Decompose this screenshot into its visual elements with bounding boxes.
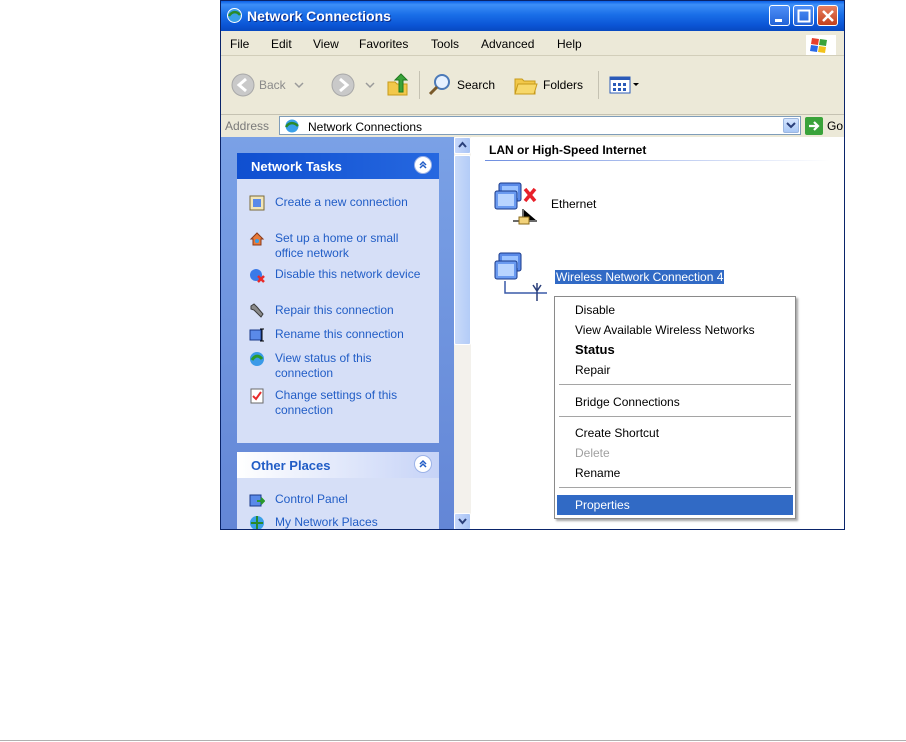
address-bar: Address Network Connections Go [221, 115, 844, 137]
menu-separator [559, 416, 791, 417]
home-network-icon [249, 232, 265, 246]
collapse-button[interactable] [414, 455, 432, 473]
address-dropdown-button[interactable] [783, 118, 799, 133]
connection-ethernet[interactable]: Ethernet [493, 179, 596, 229]
context-menu-rename[interactable]: Rename [557, 463, 793, 483]
views-button[interactable] [609, 71, 641, 99]
folders-icon [514, 78, 538, 95]
menu-help[interactable]: Help [557, 37, 582, 51]
maximize-button[interactable] [793, 5, 814, 26]
search-button[interactable]: Search [427, 71, 495, 99]
task-create-connection[interactable]: Create a new connection [249, 195, 421, 211]
toolbar-separator [419, 71, 420, 99]
context-menu-status[interactable]: Status [557, 340, 793, 360]
group-divider [485, 160, 830, 161]
context-menu: Disable View Available Wireless Networks… [554, 296, 796, 519]
chevron-up-icon [458, 141, 467, 148]
forward-button[interactable] [331, 71, 377, 99]
context-menu-create-shortcut[interactable]: Create Shortcut [557, 423, 793, 443]
chevron-down-icon [294, 82, 304, 89]
network-connections-icon [284, 119, 299, 133]
address-label: Address [225, 119, 270, 133]
folders-button[interactable]: Folders [513, 71, 583, 99]
toolbar: Back Search Folders [221, 57, 844, 115]
up-folder-icon [387, 73, 409, 96]
group-header: LAN or High-Speed Internet [489, 143, 647, 157]
views-icon [609, 76, 631, 94]
menu-favorites[interactable]: Favorites [359, 37, 408, 51]
scroll-down-button[interactable] [454, 513, 471, 529]
page-bottom-rule [0, 740, 906, 741]
toolbar-separator [598, 71, 599, 99]
task-home-network[interactable]: Set up a home or small office network [249, 231, 421, 261]
maximize-icon [797, 9, 811, 23]
search-icon [428, 74, 450, 96]
other-places-panel: Other Places Control Panel My Network Pl… [237, 452, 439, 529]
rename-icon [249, 328, 264, 342]
chevron-down-icon [365, 82, 375, 89]
status-icon [250, 352, 264, 366]
repair-icon [250, 303, 264, 318]
address-value: Network Connections [308, 120, 423, 134]
close-button[interactable] [817, 5, 838, 26]
disable-device-icon [250, 269, 265, 283]
context-menu-bridge-connections[interactable]: Bridge Connections [557, 392, 793, 412]
double-chevron-up-icon [419, 459, 427, 468]
task-pane-scrollbar[interactable] [454, 137, 471, 529]
chevron-down-icon [633, 83, 639, 86]
menu-separator [559, 487, 791, 488]
control-panel-icon [249, 494, 265, 507]
go-arrow-icon [805, 117, 823, 135]
collapse-button[interactable] [414, 156, 432, 174]
wireless-connection-icon [494, 252, 547, 301]
connection-label: Ethernet [551, 197, 597, 211]
minimize-icon [775, 19, 782, 22]
context-menu-view-wireless-networks[interactable]: View Available Wireless Networks [557, 320, 793, 340]
double-chevron-up-icon [419, 160, 427, 169]
menu-file[interactable]: File [230, 37, 249, 51]
context-menu-disable[interactable]: Disable [557, 300, 793, 320]
context-menu-repair[interactable]: Repair [557, 360, 793, 380]
menu-view[interactable]: View [313, 37, 339, 51]
back-arrow-icon [231, 73, 255, 97]
back-button[interactable]: Back [231, 71, 306, 99]
context-menu-properties[interactable]: Properties [557, 495, 793, 515]
menu-advanced[interactable]: Advanced [481, 37, 534, 51]
minimize-button[interactable] [769, 5, 790, 26]
network-places-icon [250, 516, 264, 529]
chevron-down-icon [786, 122, 796, 129]
task-disable-device[interactable]: Disable this network device [249, 267, 421, 283]
lan-connection-icon [494, 182, 537, 225]
forward-arrow-icon [331, 73, 355, 97]
new-connection-icon [249, 195, 265, 211]
menu-tools[interactable]: Tools [431, 37, 459, 51]
task-change-settings[interactable]: Change settings of this connection [249, 388, 421, 418]
place-my-network-places[interactable]: My Network Places [249, 515, 421, 529]
connection-label: Wireless Network Connection 4 [555, 270, 725, 284]
task-repair-connection[interactable]: Repair this connection [249, 303, 421, 319]
task-view-status[interactable]: View status of this connection [249, 351, 421, 381]
address-input[interactable]: Network Connections [279, 116, 801, 135]
network-connections-icon [227, 8, 242, 23]
network-tasks-panel: Network Tasks Create a new connection Se… [237, 153, 439, 443]
up-folder-button[interactable] [385, 71, 411, 99]
task-rename-connection[interactable]: Rename this connection [249, 327, 421, 343]
title-bar[interactable]: Network Connections [221, 1, 844, 31]
windows-logo-icon [806, 35, 836, 55]
window-title: Network Connections [247, 8, 391, 24]
other-places-header[interactable]: Other Places [237, 452, 439, 478]
menu-separator [559, 384, 791, 385]
menu-edit[interactable]: Edit [271, 37, 292, 51]
context-menu-delete: Delete [575, 446, 610, 460]
go-button[interactable]: Go [805, 116, 843, 136]
settings-icon [250, 388, 264, 404]
scroll-thumb[interactable] [454, 155, 471, 345]
task-pane: Network Tasks Create a new connection Se… [221, 137, 454, 529]
menu-bar: File Edit View Favorites Tools Advanced … [221, 33, 844, 56]
chevron-down-icon [458, 518, 467, 525]
network-tasks-header[interactable]: Network Tasks [237, 153, 439, 179]
scroll-up-button[interactable] [454, 137, 471, 154]
place-control-panel[interactable]: Control Panel [249, 492, 421, 508]
close-icon [822, 10, 834, 22]
